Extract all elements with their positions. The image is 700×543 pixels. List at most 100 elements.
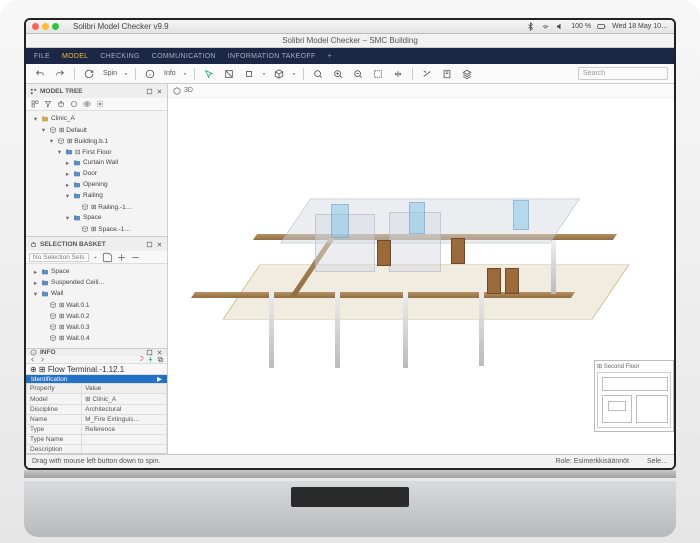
disclosure-icon[interactable]: ▸ [64,159,71,166]
menu-model[interactable]: MODEL [62,53,88,60]
save-set-icon[interactable] [102,252,113,263]
disclosure-icon[interactable]: ▾ [48,137,55,144]
disclosure-icon[interactable]: ▾ [64,214,71,221]
zoom-window-button[interactable] [370,67,386,81]
tree-row[interactable]: ▾⊟ First Floor [26,146,167,157]
selection-set-combo[interactable]: No Selection Sets [29,253,89,262]
tree-row[interactable]: ▸Opening [26,179,167,190]
selection-basket-tree[interactable]: ▸Space▸Suspended Ceili…▾Wall⊞ Wall.0.1⊞ … [26,264,167,348]
nav-fwd-icon[interactable] [39,356,46,363]
hide-button[interactable] [221,67,237,81]
info-row[interactable]: Type Name [27,435,167,445]
info-button[interactable] [142,67,158,81]
search-input[interactable]: Search [578,67,668,80]
maximize-icon[interactable] [146,241,153,248]
menu-communication[interactable]: COMMUNICATION [152,53,216,60]
chevron-down-icon[interactable] [261,71,267,77]
tree-row[interactable]: ▾⊞ Default [26,124,167,135]
tree-row[interactable]: ⊞ Railing.-1… [26,201,167,212]
disclosure-icon[interactable] [72,203,79,210]
disclosure-icon[interactable]: ▾ [32,115,39,122]
disclosure-icon[interactable]: ▸ [32,279,39,286]
remove-set-icon[interactable] [130,252,141,263]
add-set-icon[interactable] [116,252,127,263]
mini-plan-panel[interactable]: ⊞ Second Floor [594,360,674,432]
filter-icon[interactable] [42,99,53,110]
menu-file[interactable]: FILE [34,53,50,60]
zoom-out-button[interactable] [350,67,366,81]
pan-button[interactable] [390,67,406,81]
tree-row[interactable]: ▾⊞ Building.b.1 [26,135,167,146]
info-th-value: Value [82,384,167,394]
link-icon[interactable] [137,356,144,363]
close-panel-icon[interactable] [156,88,163,95]
info-row[interactable]: TypeReference [27,425,167,435]
zoom-fit-button[interactable] [310,67,326,81]
disclosure-icon[interactable]: ▸ [64,181,71,188]
tree-row[interactable]: ▾Clinic_A [26,113,167,124]
settings-icon[interactable] [94,99,105,110]
color-icon[interactable] [68,99,79,110]
tree-row[interactable]: ⊞ Wall.0.4 [26,332,167,343]
info-row[interactable]: DisciplineArchitectural [27,405,167,415]
chevron-down-icon[interactable] [92,254,99,261]
minimize-icon[interactable] [42,23,49,30]
zoom-in-button[interactable] [330,67,346,81]
close-icon[interactable] [32,23,39,30]
disclosure-icon[interactable]: ▾ [64,192,71,199]
menu-information-takeoff[interactable]: INFORMATION TAKEOFF [228,53,316,60]
chevron-down-icon[interactable] [291,71,297,77]
disclosure-icon[interactable]: ▾ [32,290,39,297]
disclosure-icon[interactable] [40,334,47,341]
menu-checking[interactable]: CHECKING [100,53,139,60]
disclosure-icon[interactable] [72,225,79,232]
info-tab-identification[interactable]: Identification ▶ [26,375,167,383]
disclosure-icon[interactable]: ▸ [32,268,39,275]
maximize-icon[interactable] [146,349,153,356]
disclosure-icon[interactable]: ▾ [56,148,63,155]
tree-mode-icon[interactable] [29,99,40,110]
undo-button[interactable] [32,67,48,81]
basket-icon[interactable] [55,99,66,110]
viewport-3d[interactable]: 3D ⊞ Second Floor [168,84,674,454]
layers-button[interactable] [459,67,475,81]
maximize-icon[interactable] [146,88,153,95]
select-button[interactable] [201,67,217,81]
tree-row[interactable]: ▸Curtain Wall [26,157,167,168]
markup-button[interactable] [439,67,455,81]
tree-row[interactable]: ▸Space [26,266,167,277]
spin-button[interactable] [81,67,97,81]
tree-row[interactable]: ▾Railing [26,190,167,201]
menu-add-tab[interactable]: + [328,53,332,60]
disclosure-icon[interactable]: ▸ [64,170,71,177]
tree-row[interactable]: ⊞ Wall.0.2 [26,310,167,321]
info-row[interactable]: NameM_Fire Extinguis… [27,415,167,425]
model-tree[interactable]: ▾Clinic_A▾⊞ Default▾⊞ Building.b.1▾⊟ Fir… [26,111,167,236]
tree-row[interactable]: ⊞ Wall.0.3 [26,321,167,332]
tree-row[interactable]: ⊞ Wall.0.1 [26,299,167,310]
eye-icon[interactable] [81,99,92,110]
copy-icon[interactable] [157,356,164,363]
box-view-button[interactable] [271,67,287,81]
section-button[interactable] [419,67,435,81]
chevron-down-icon[interactable] [123,71,129,77]
tree-row[interactable]: ▾Space [26,212,167,223]
tree-row[interactable]: ⊞ Space.-1… [26,223,167,234]
zoom-icon[interactable] [52,23,59,30]
tree-row[interactable]: ▾Wall [26,288,167,299]
nav-back-icon[interactable] [29,356,36,363]
disclosure-icon[interactable]: ▾ [40,126,47,133]
info-row[interactable]: Description [27,445,167,455]
disclosure-icon[interactable] [40,301,47,308]
tree-row[interactable]: ▸Suspended Ceili… [26,277,167,288]
info-row[interactable]: Model⊞ Clinic_A [27,394,167,405]
close-panel-icon[interactable] [156,349,163,356]
pin-icon[interactable] [147,356,154,363]
chevron-down-icon[interactable] [182,71,188,77]
isolate-button[interactable] [241,67,257,81]
tree-row[interactable]: ▸Door [26,168,167,179]
close-panel-icon[interactable] [156,241,163,248]
disclosure-icon[interactable] [40,312,47,319]
disclosure-icon[interactable] [40,323,47,330]
redo-button[interactable] [52,67,68,81]
